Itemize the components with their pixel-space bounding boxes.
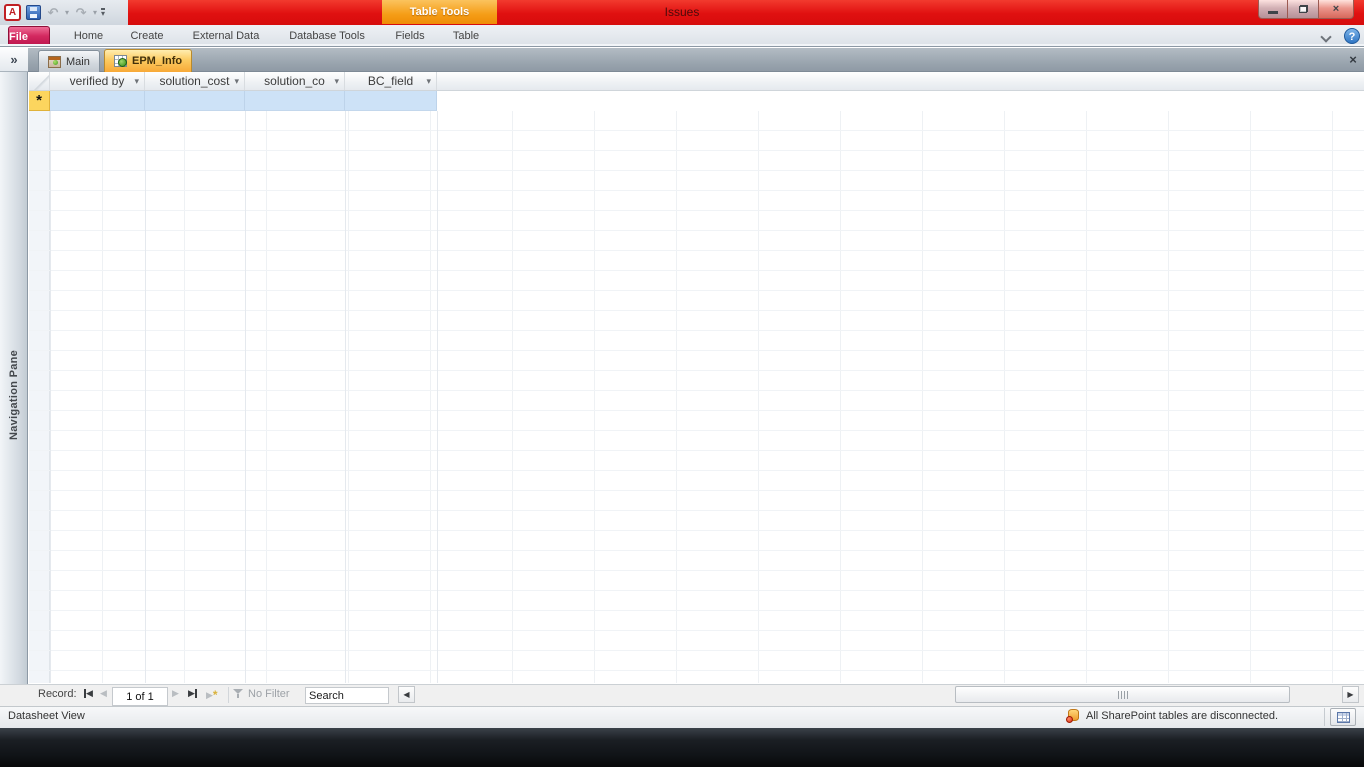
- new-record-cell[interactable]: [50, 91, 145, 111]
- redo-button[interactable]: ↷: [73, 5, 89, 21]
- column-header-bc-field[interactable]: BC_field ▾: [345, 72, 437, 90]
- datasheet-icon: [114, 55, 127, 67]
- save-icon: [25, 5, 41, 20]
- save-button[interactable]: [25, 5, 41, 21]
- view-status-label: Datasheet View: [8, 710, 85, 722]
- new-record-button[interactable]: ▶ *: [206, 688, 218, 702]
- sort-filter-dropdown-icon[interactable]: ▾: [134, 76, 139, 87]
- hscroll-right-button[interactable]: ▶: [1342, 686, 1359, 703]
- doc-tab-epm-info-label: EPM_Info: [132, 55, 183, 67]
- help-button[interactable]: ?: [1344, 28, 1360, 44]
- record-selector-header[interactable]: [29, 72, 50, 90]
- filter-icon: [233, 689, 244, 700]
- close-document-icon[interactable]: ×: [1346, 53, 1360, 67]
- column-gridline: [437, 111, 438, 683]
- hscroll-thumb[interactable]: [955, 686, 1290, 703]
- access-window: Issues Table Tools × A ↶ ▾ ↷ ▾ ▾ File Home…: [0, 0, 1364, 767]
- expand-navigation-pane-button[interactable]: »: [0, 48, 28, 72]
- column-header-verified-by[interactable]: verified by ▾: [50, 72, 145, 90]
- column-header-row: verified by ▾ solution_cost ▾ solution_co ▾…: [29, 72, 1364, 91]
- document-tab-bar: [28, 48, 1364, 72]
- datasheet-view-button[interactable]: [1330, 708, 1356, 726]
- datasheet-grid[interactable]: [29, 111, 1364, 683]
- filter-toggle-button[interactable]: No Filter: [248, 688, 290, 700]
- datasheet-view-icon: [1336, 711, 1350, 723]
- title-bar: Issues Table Tools ×: [0, 0, 1364, 25]
- sharepoint-status-message: All SharePoint tables are disconnected.: [1086, 710, 1279, 722]
- record-nav-separator: [228, 687, 229, 703]
- column-header-solution-cost[interactable]: solution_cost ▾: [145, 72, 245, 90]
- minimize-button[interactable]: [1258, 0, 1288, 19]
- taskbar: A DE ▲ 23:20 27.06.2015: [0, 728, 1364, 767]
- new-record-cell[interactable]: [345, 91, 437, 111]
- restore-icon: [1298, 5, 1308, 13]
- new-record-selector[interactable]: *: [29, 91, 50, 111]
- undo-button[interactable]: ↶: [45, 5, 61, 21]
- ribbon-bottom-edge: [0, 44, 1364, 47]
- navigation-pane-label: Navigation Pane: [8, 349, 20, 441]
- column-gridline: [245, 111, 246, 683]
- new-record-cell[interactable]: [245, 91, 345, 111]
- previous-record-button[interactable]: ◀: [100, 688, 107, 699]
- restore-button[interactable]: [1288, 0, 1318, 19]
- status-separator: [1324, 708, 1325, 726]
- ribbon-options-chevron-icon[interactable]: [1320, 31, 1332, 43]
- search-input[interactable]: [305, 687, 389, 704]
- doc-tab-main-label: Main: [66, 55, 90, 68]
- redo-dropdown-icon[interactable]: ▾: [93, 8, 97, 17]
- column-header-solution-co[interactable]: solution_co ▾: [245, 72, 345, 90]
- record-nav-label: Record:: [38, 688, 77, 700]
- doc-tab-main[interactable]: Main: [38, 50, 100, 72]
- hscroll-left-button[interactable]: ◀: [398, 686, 415, 703]
- customize-qat-button[interactable]: ▾: [101, 8, 106, 18]
- column-gridline: [50, 111, 51, 683]
- new-record-row[interactable]: [50, 91, 437, 111]
- form-icon: [48, 55, 61, 68]
- sharepoint-disconnected-icon: [1066, 709, 1080, 723]
- first-record-button[interactable]: ◀: [84, 688, 93, 699]
- sort-filter-dropdown-icon[interactable]: ▾: [234, 76, 239, 87]
- access-app-icon[interactable]: A: [4, 4, 21, 21]
- new-record-cell[interactable]: [145, 91, 245, 111]
- close-button[interactable]: ×: [1318, 0, 1354, 19]
- current-record-box[interactable]: [112, 687, 168, 706]
- last-record-button[interactable]: ▶: [188, 688, 197, 699]
- doc-tab-epm-info[interactable]: EPM_Info: [104, 49, 193, 72]
- quick-access-toolbar: A ↶ ▾ ↷ ▾ ▾: [0, 0, 128, 25]
- sort-filter-dropdown-icon[interactable]: ▾: [426, 76, 431, 87]
- context-tab-group-header: Table Tools: [382, 0, 497, 24]
- column-gridline: [145, 111, 146, 683]
- window-title: Issues: [664, 5, 700, 19]
- minimize-icon: [1268, 10, 1278, 14]
- next-record-button[interactable]: ▶: [172, 688, 179, 699]
- undo-dropdown-icon[interactable]: ▾: [65, 8, 69, 17]
- column-header-filler: [437, 72, 1364, 90]
- column-gridline: [345, 111, 346, 683]
- sort-filter-dropdown-icon[interactable]: ▾: [334, 76, 339, 87]
